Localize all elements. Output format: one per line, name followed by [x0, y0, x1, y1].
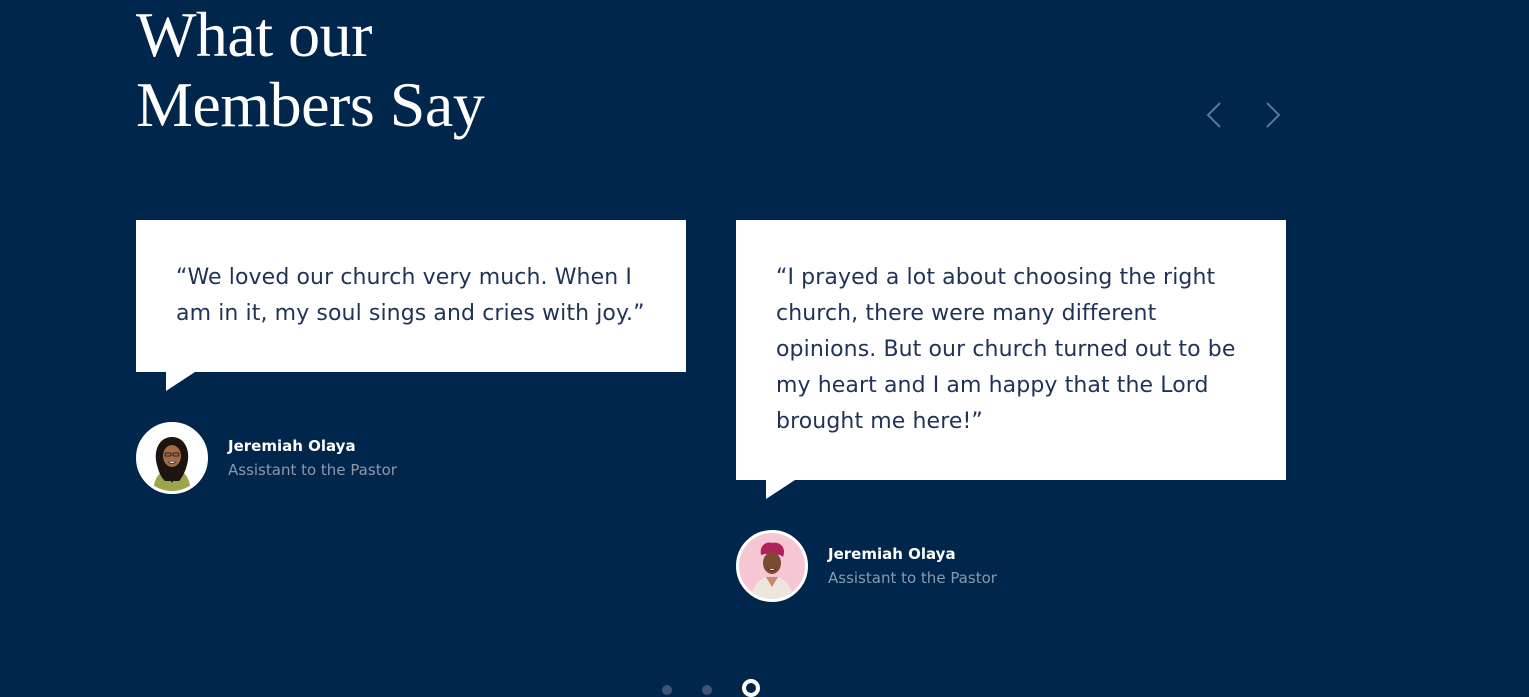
pagination-dot-3-active[interactable] — [742, 679, 760, 697]
testimonial-card-1: “We loved our church very much. When I a… — [136, 220, 686, 391]
chevron-right-icon — [1266, 102, 1281, 128]
speech-bubble-tail — [166, 372, 195, 391]
avatar — [736, 530, 808, 602]
carousel-next-button[interactable] — [1258, 98, 1288, 132]
testimonial-quote: “I prayed a lot about choosing the right… — [776, 265, 1236, 434]
testimonial-card-2: “I prayed a lot about choosing the right… — [736, 220, 1286, 499]
carousel-prev-button[interactable] — [1199, 98, 1229, 132]
testimonial-quote: “We loved our church very much. When I a… — [176, 265, 645, 326]
testimonial-author-2: Jeremiah Olaya Assistant to the Pastor — [736, 530, 997, 602]
avatar — [136, 422, 208, 494]
section-heading-line-2: Members Say — [136, 69, 485, 140]
chevron-left-icon — [1206, 102, 1221, 128]
pagination-dot-1[interactable] — [662, 685, 672, 695]
pagination-dot-2[interactable] — [702, 685, 712, 695]
author-role: Assistant to the Pastor — [828, 569, 997, 587]
author-name: Jeremiah Olaya — [828, 545, 956, 563]
section-heading-line-1: What our — [136, 0, 372, 70]
speech-bubble-tail — [766, 480, 795, 499]
author-role: Assistant to the Pastor — [228, 461, 397, 479]
testimonial-author-1: Jeremiah Olaya Assistant to the Pastor — [136, 422, 397, 494]
section-heading: What our Members Say — [136, 0, 485, 140]
author-name: Jeremiah Olaya — [228, 437, 356, 455]
